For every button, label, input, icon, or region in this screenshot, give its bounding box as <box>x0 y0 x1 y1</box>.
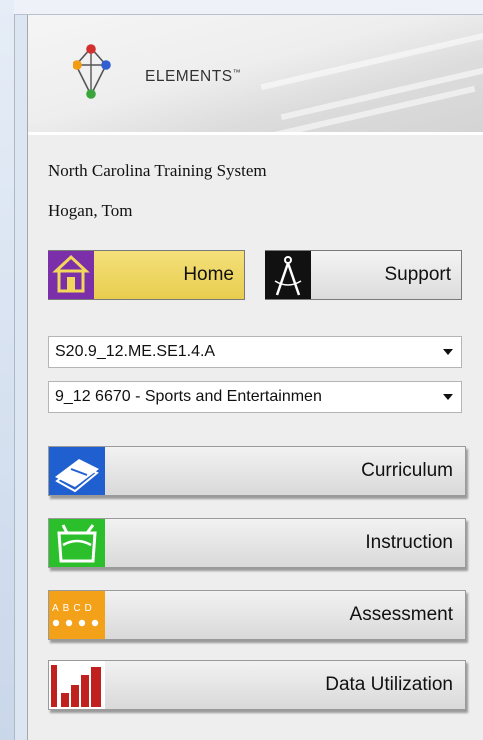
compass-icon <box>265 251 311 299</box>
brand-name: ELEMENTS™ <box>145 68 242 86</box>
window-left-edge <box>0 0 15 740</box>
elements-logo: ELEMENTS™ <box>72 43 333 103</box>
data-utilization-button[interactable]: Data Utilization <box>48 660 466 710</box>
course-dropdown[interactable]: 9_12 6670 - Sports and Entertainmen <box>48 381 462 413</box>
chevron-down-icon[interactable] <box>443 394 453 400</box>
svg-text:ABCD: ABCD <box>52 603 96 614</box>
bar-chart-icon <box>49 661 105 709</box>
system-name: North Carolina Training System <box>48 161 267 180</box>
instruction-button[interactable]: Instruction <box>48 518 466 568</box>
curriculum-label: Curriculum <box>361 460 453 481</box>
abcd-answer-sheet-icon: ABCD <box>49 591 105 639</box>
support-button[interactable]: Support <box>265 250 462 300</box>
support-button-label: Support <box>384 264 451 285</box>
home-icon <box>48 251 94 299</box>
standard-dropdown[interactable]: S20.9_12.ME.SE1.4.A <box>48 336 462 368</box>
book-pencil-icon <box>49 447 105 495</box>
curriculum-button[interactable]: Curriculum <box>48 446 466 496</box>
chevron-down-icon[interactable] <box>443 349 453 355</box>
banner-separator <box>28 132 483 135</box>
banner: ELEMENTS™ <box>28 15 483 132</box>
standard-dropdown-value: S20.9_12.ME.SE1.4.A <box>55 343 216 360</box>
home-button-label: Home <box>183 264 234 285</box>
assessment-button[interactable]: ABCD Assessment <box>48 590 466 640</box>
elements-panel: ELEMENTS™ North Carolina Training System… <box>27 15 483 740</box>
home-button[interactable]: Home <box>48 250 245 300</box>
user-name: Hogan, Tom <box>48 201 133 220</box>
data-utilization-label: Data Utilization <box>325 674 453 695</box>
diamond-logo-icon <box>72 44 111 99</box>
window-top-edge <box>14 0 483 15</box>
assessment-label: Assessment <box>349 604 453 625</box>
course-dropdown-value: 9_12 6670 - Sports and Entertainmen <box>55 388 322 405</box>
instruction-label: Instruction <box>365 532 453 553</box>
teacher-icon <box>49 519 105 567</box>
